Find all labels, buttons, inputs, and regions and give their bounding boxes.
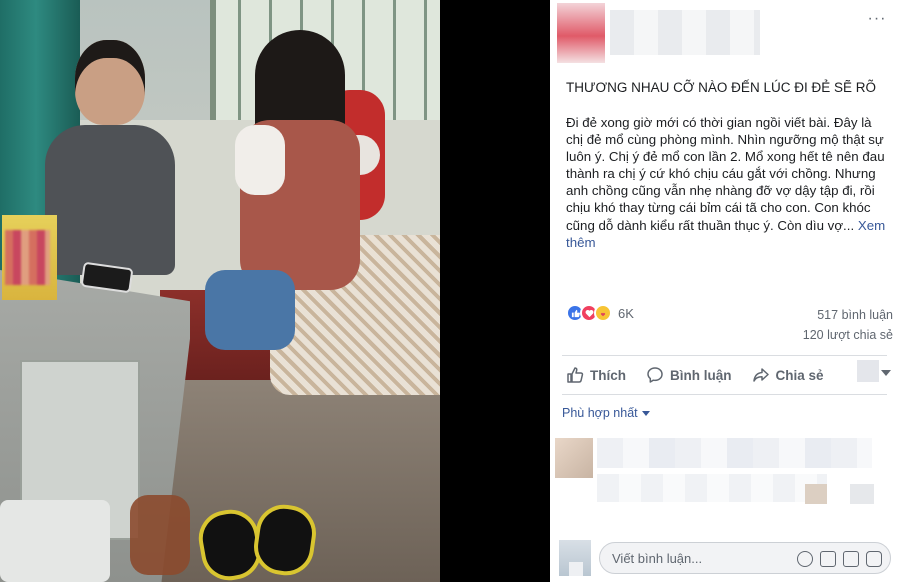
post-sidebar: ··· THƯƠNG NHAU CỠ NÀO ĐẾN LÚC ĐI ĐẺ SẼ … xyxy=(550,0,899,582)
comment-reaction-blurred xyxy=(805,484,827,504)
camera-icon[interactable] xyxy=(820,551,836,567)
man-head xyxy=(75,40,145,125)
post-title: THƯƠNG NHAU CỠ NÀO ĐẾN LÚC ĐI ĐẺ SẼ RÕ xyxy=(566,80,876,95)
composer-icons xyxy=(797,551,882,567)
comment-meta-blurred xyxy=(850,484,874,504)
action-bar: Thích Bình luận Chia sẻ xyxy=(566,362,892,388)
comment-composer xyxy=(555,540,893,580)
photo-man xyxy=(45,40,175,290)
photo-slippers xyxy=(194,501,330,582)
post-stats: 517 bình luận 120 lượt chia sẻ xyxy=(803,305,893,345)
share-as-chevron-down-icon[interactable] xyxy=(881,370,891,376)
author-name[interactable] xyxy=(610,10,760,55)
share-label: Chia sẻ xyxy=(775,367,824,383)
share-button[interactable]: Chia sẻ xyxy=(752,366,824,384)
comment-input[interactable] xyxy=(612,548,772,568)
comment-filter-dropdown[interactable]: Phù hợp nhất xyxy=(562,406,650,420)
divider-bottom xyxy=(562,394,887,395)
comment-count[interactable]: 517 bình luận xyxy=(803,305,893,325)
divider-top xyxy=(562,355,887,356)
gif-icon[interactable] xyxy=(843,551,859,567)
comment-filter-label: Phù hợp nhất xyxy=(562,406,638,420)
post-body: Đi đẻ xong giờ mới có thời gian ngồi viế… xyxy=(566,114,892,251)
chevron-down-icon xyxy=(641,410,650,416)
reaction-count: 6K xyxy=(618,305,634,321)
like-button[interactable]: Thích xyxy=(566,366,626,384)
comment-item xyxy=(555,434,885,529)
more-options-icon[interactable]: ··· xyxy=(865,11,889,28)
author-avatar[interactable] xyxy=(557,3,605,63)
photo-blur-patch xyxy=(5,230,50,285)
slipper-right xyxy=(250,501,320,579)
comment-text-blurred-2 xyxy=(597,474,827,502)
comment-input-wrapper xyxy=(599,542,891,574)
post-photo[interactable] xyxy=(0,0,440,582)
comment-button[interactable]: Bình luận xyxy=(646,366,732,384)
woman-sleeve xyxy=(235,125,285,195)
man-body xyxy=(45,125,175,275)
like-label: Thích xyxy=(590,367,626,383)
comment-text-blurred xyxy=(597,438,872,468)
photo-bag xyxy=(0,500,110,582)
share-count[interactable]: 120 lượt chia sẻ xyxy=(803,325,893,345)
share-as-avatar[interactable] xyxy=(857,360,879,382)
photo-woman xyxy=(205,30,375,350)
woman-legs xyxy=(205,270,295,350)
post-header: ··· xyxy=(550,0,899,70)
reactions-summary[interactable]: 6K xyxy=(566,304,634,322)
thumbs-up-icon xyxy=(567,367,584,383)
share-icon xyxy=(752,368,769,382)
care-icon xyxy=(594,304,612,322)
comment-icon xyxy=(647,367,663,383)
photo-sandal xyxy=(130,495,190,575)
photo-viewer xyxy=(0,0,550,582)
commenter-avatar[interactable] xyxy=(555,438,593,478)
post-body-text: Đi đẻ xong giờ mới có thời gian ngồi viế… xyxy=(566,115,885,233)
comment-label: Bình luận xyxy=(670,367,732,383)
current-user-avatar xyxy=(559,540,591,576)
emoji-icon[interactable] xyxy=(797,551,813,567)
sticker-icon[interactable] xyxy=(866,551,882,567)
